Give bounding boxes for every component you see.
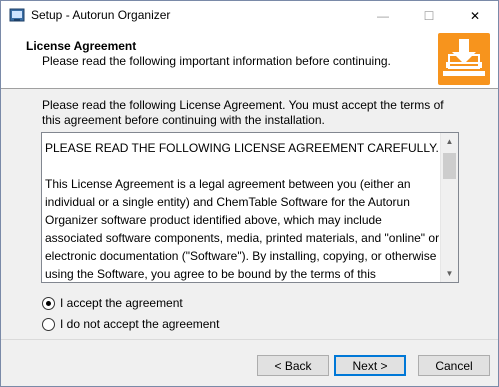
- setup-window: Setup - Autorun Organizer — ☐ ✕ License …: [0, 0, 499, 387]
- scroll-down-arrow-icon[interactable]: ▼: [441, 265, 458, 282]
- instructions-text: Please read the following License Agreem…: [42, 98, 444, 127]
- decline-radio-option[interactable]: I do not accept the agreement: [42, 317, 219, 331]
- page-title: License Agreement: [26, 39, 137, 53]
- wizard-header: License Agreement Please read the follow…: [1, 31, 498, 89]
- download-to-laptop-icon: [438, 33, 490, 85]
- minimize-icon: —: [377, 9, 389, 23]
- radio-selected-dot: [46, 300, 51, 306]
- decline-label[interactable]: I do not accept the agreement: [60, 317, 219, 331]
- window-title: Setup - Autorun Organizer: [31, 8, 171, 22]
- license-scrollbar[interactable]: ▲ ▼: [440, 133, 458, 282]
- decline-radio-button[interactable]: [42, 317, 55, 331]
- maximize-icon: ☐: [423, 9, 435, 23]
- license-text: PLEASE READ THE FOLLOWING LICENSE AGREEM…: [45, 141, 440, 281]
- next-button[interactable]: Next >: [334, 355, 406, 376]
- accept-radio-button[interactable]: [42, 296, 55, 310]
- accept-radio-option[interactable]: I accept the agreement: [42, 296, 183, 310]
- page-subtitle: Please read the following important info…: [42, 54, 391, 68]
- scroll-up-arrow-icon[interactable]: ▲: [441, 133, 458, 150]
- maximize-button[interactable]: ☐: [406, 1, 452, 31]
- accept-label[interactable]: I accept the agreement: [60, 296, 183, 310]
- minimize-button[interactable]: —: [360, 1, 406, 31]
- close-button[interactable]: ✕: [452, 1, 498, 31]
- title-bar: Setup - Autorun Organizer — ☐ ✕: [1, 1, 498, 31]
- scroll-thumb[interactable]: [443, 153, 456, 179]
- cancel-button[interactable]: Cancel: [418, 355, 490, 376]
- back-button[interactable]: < Back: [257, 355, 329, 376]
- license-textbox[interactable]: PLEASE READ THE FOLLOWING LICENSE AGREEM…: [41, 132, 459, 283]
- setup-app-icon: [9, 8, 25, 22]
- close-icon: ✕: [469, 9, 481, 23]
